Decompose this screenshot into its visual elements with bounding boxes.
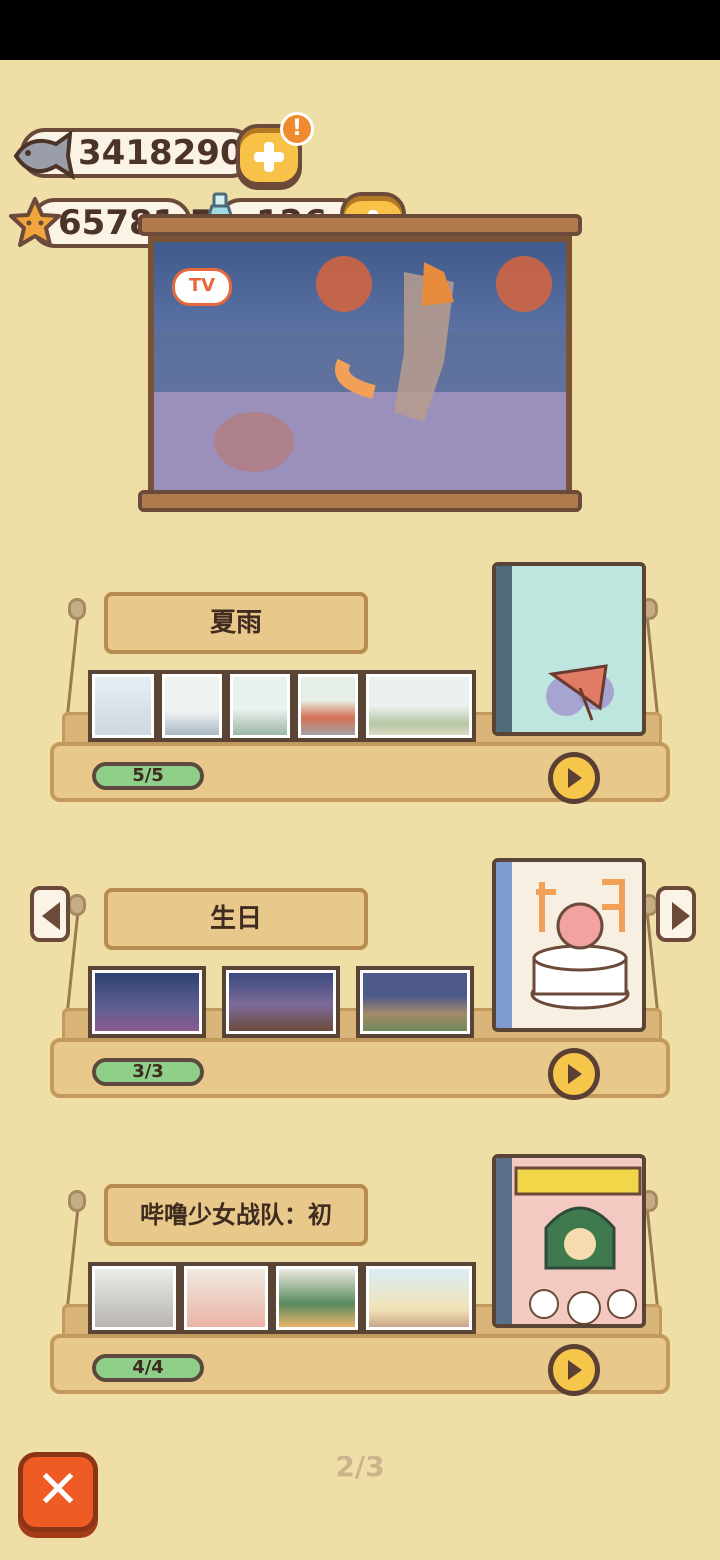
album-photo[interactable] xyxy=(362,670,476,742)
umbrella-icon xyxy=(546,664,614,721)
album-photo[interactable] xyxy=(294,670,362,742)
play-icon xyxy=(568,1360,582,1380)
alert-badge: ! xyxy=(280,112,314,146)
play-icon xyxy=(568,768,582,788)
cake-icon xyxy=(530,879,630,1010)
album-photo[interactable] xyxy=(180,1262,272,1334)
album-photo[interactable] xyxy=(158,670,226,742)
album-shelf-3: 哔噜少女战队：初 4/4 xyxy=(0,1154,720,1404)
album-cover[interactable] xyxy=(492,562,646,736)
tv-logo: TV xyxy=(172,268,232,306)
album-photo[interactable] xyxy=(88,1262,180,1334)
album-title: 生日 xyxy=(104,888,368,950)
album-photo[interactable] xyxy=(356,966,474,1038)
tv-screen: TV xyxy=(148,236,572,500)
close-icon: ✕ xyxy=(36,1460,80,1520)
album-shelf-1: 夏雨 5/5 xyxy=(0,562,720,812)
fish-icon xyxy=(13,129,75,181)
tv-display[interactable]: TV xyxy=(138,214,582,514)
star-coin-icon xyxy=(9,197,61,247)
page-indicator: 2/3 xyxy=(335,1450,385,1483)
status-bar xyxy=(0,0,720,60)
tv-bottom-beam xyxy=(138,490,582,512)
photo-strip[interactable] xyxy=(88,966,474,1038)
album-photo[interactable] xyxy=(88,670,158,742)
album-title: 哔噜少女战队：初 xyxy=(104,1184,368,1246)
photo-strip[interactable] xyxy=(88,1262,476,1334)
squad-cover-icon xyxy=(514,1166,642,1324)
album-title: 夏雨 xyxy=(104,592,368,654)
album-shelf-2: 生日 3/3 xyxy=(0,858,720,1108)
previous-page-button[interactable] xyxy=(30,886,70,942)
chevron-left-icon xyxy=(42,902,60,930)
album-photo[interactable] xyxy=(222,966,340,1038)
play-album-button[interactable] xyxy=(548,1344,600,1396)
tv-top-beam xyxy=(138,214,582,236)
photo-strip[interactable] xyxy=(88,670,476,742)
album-cover[interactable] xyxy=(492,858,646,1032)
play-album-button[interactable] xyxy=(548,752,600,804)
play-icon xyxy=(568,1064,582,1084)
album-progress: 4/4 xyxy=(92,1354,204,1382)
next-page-button[interactable] xyxy=(656,886,696,942)
album-photo[interactable] xyxy=(226,670,294,742)
album-photo[interactable] xyxy=(272,1262,362,1334)
album-photo[interactable] xyxy=(88,966,206,1038)
album-photo[interactable] xyxy=(362,1262,476,1334)
play-album-button[interactable] xyxy=(548,1048,600,1100)
chevron-right-icon xyxy=(672,902,690,930)
fish-currency-value: 3418290 xyxy=(78,133,244,173)
close-button[interactable]: ✕ xyxy=(18,1452,98,1532)
album-progress: 5/5 xyxy=(92,762,204,790)
album-cover[interactable] xyxy=(492,1154,646,1328)
album-progress: 3/3 xyxy=(92,1058,204,1086)
